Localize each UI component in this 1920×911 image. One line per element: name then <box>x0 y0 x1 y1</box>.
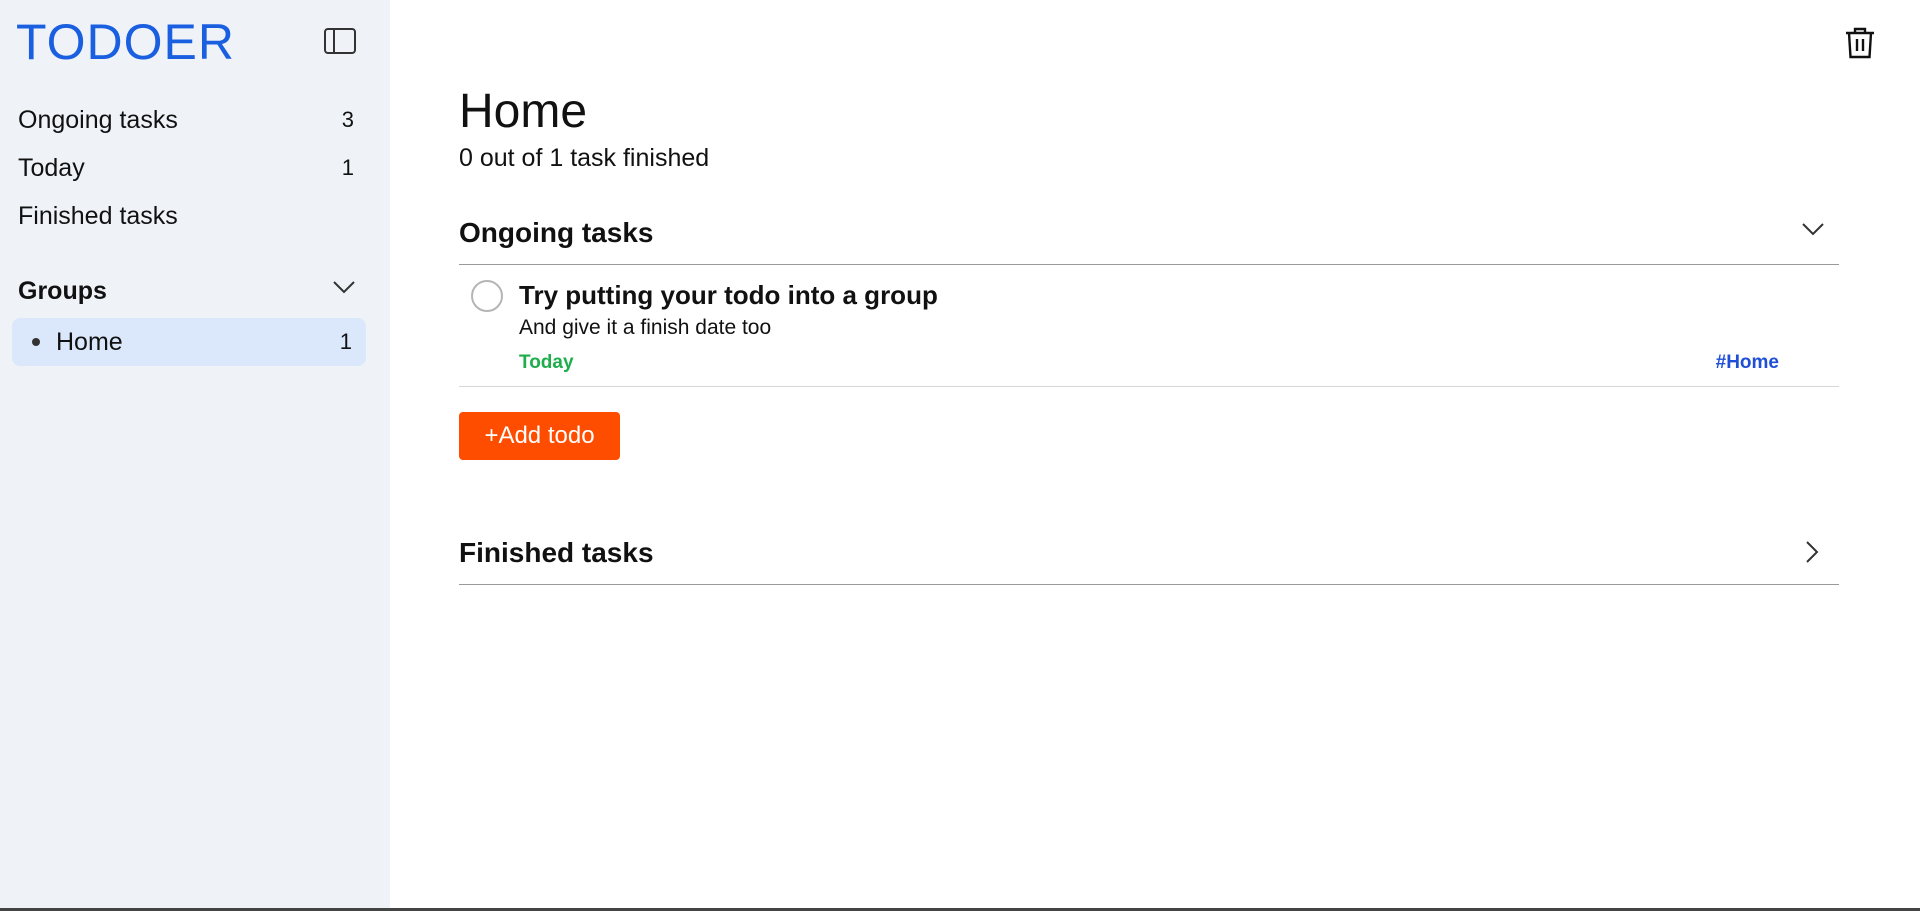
sidebar-item-label: Finished tasks <box>18 201 178 230</box>
progress-text: 0 out of 1 task finished <box>459 144 710 172</box>
add-todo-button[interactable]: +Add todo <box>459 412 620 460</box>
trash-icon <box>1846 27 1874 59</box>
section-title: Ongoing tasks <box>459 217 654 248</box>
sidebar-item-ongoing-tasks[interactable]: Ongoing tasks 3 <box>12 96 366 144</box>
todo-group-tag[interactable]: #Home <box>1716 352 1779 374</box>
section-title: Finished tasks <box>459 537 654 568</box>
sidebar-item-today[interactable]: Today 1 <box>12 144 366 192</box>
todo-date: Today <box>519 352 574 373</box>
app-root: TODOER Ongoing tasks 3 Today 1 Finished … <box>0 0 1920 911</box>
sidebar-item-label: Today <box>18 153 85 182</box>
todo-description: And give it a finish date too <box>519 316 772 339</box>
sidebar-item-label: Ongoing tasks <box>18 105 178 134</box>
groups-label: Groups <box>18 276 107 305</box>
page-title: Home <box>459 85 588 138</box>
finished-tasks-section: Finished tasks <box>459 530 1839 585</box>
sidebar-item-finished-tasks[interactable]: Finished tasks <box>12 192 366 240</box>
ongoing-tasks-section: Ongoing tasks <box>459 210 1839 265</box>
ongoing-tasks-header[interactable]: Ongoing tasks <box>459 210 1839 256</box>
app-logo: TODOER <box>16 14 235 70</box>
group-item-label: Home <box>56 327 123 356</box>
group-item-home[interactable]: Home 1 <box>12 318 366 366</box>
sidebar-item-count: 1 <box>341 155 354 180</box>
chevron-down-icon[interactable] <box>332 280 356 294</box>
finished-tasks-header[interactable]: Finished tasks <box>459 530 1839 576</box>
sidebar-panel-icon <box>324 28 356 54</box>
sidebar-nav: Ongoing tasks 3 Today 1 Finished tasks <box>12 96 366 240</box>
group-item-count: 1 <box>339 329 352 354</box>
sidebar-item-count: 3 <box>341 107 354 132</box>
groups-header[interactable]: Groups <box>18 270 356 312</box>
bullet-icon <box>32 338 40 346</box>
chevron-right-icon[interactable] <box>1805 540 1819 564</box>
todo-item[interactable]: Try putting your todo into a group And g… <box>459 266 1839 387</box>
sidebar-toggle-button[interactable] <box>322 26 358 56</box>
sidebar: TODOER Ongoing tasks 3 Today 1 Finished … <box>0 0 390 911</box>
delete-group-button[interactable] <box>1844 26 1876 60</box>
chevron-down-icon[interactable] <box>1801 222 1825 236</box>
todo-checkbox[interactable] <box>471 280 503 312</box>
todo-title[interactable]: Try putting your todo into a group <box>519 280 938 311</box>
